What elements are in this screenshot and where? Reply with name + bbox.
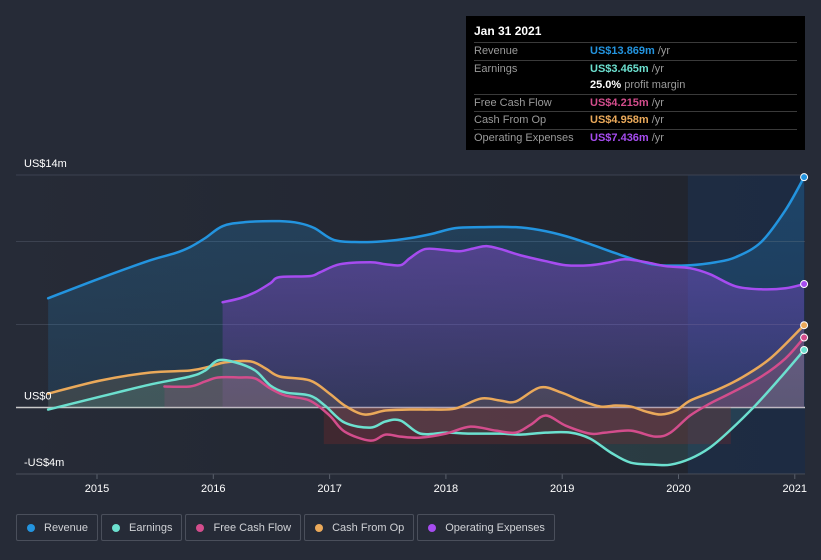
tooltip-row-unit: /yr: [651, 131, 664, 144]
tooltip-row-label: [474, 77, 590, 94]
tooltip-row-value: US$7.436m: [590, 131, 649, 144]
legend-item-operating-expenses[interactable]: Operating Expenses: [417, 514, 555, 541]
tooltip-panel: Jan 31 2021 Revenue US$13.869m/yr Earnings…: [466, 16, 805, 150]
tooltip-row: 25.0% profit margin: [474, 77, 797, 95]
tooltip-row: Revenue US$13.869m/yr: [474, 43, 797, 61]
tooltip-row-unit: /yr: [651, 96, 664, 109]
x-axis-label: 2021: [783, 483, 807, 495]
cash-from-op-end-point[interactable]: [800, 321, 809, 330]
tooltip-date: Jan 31 2021: [474, 24, 797, 43]
legend-item-earnings[interactable]: Earnings: [101, 514, 183, 541]
tooltip-row-value: US$3.465m: [590, 62, 649, 75]
y-axis-label: -US$4m: [24, 457, 64, 469]
x-axis-label: 2015: [85, 483, 109, 495]
legend-dot-icon: [27, 523, 35, 532]
tooltip-row-label: Revenue: [474, 45, 519, 57]
tooltip-row: Free Cash Flow US$4.215m/yr: [474, 95, 797, 112]
revenue-end-point[interactable]: [800, 173, 809, 182]
legend-item-cash-from-op[interactable]: Cash From Op: [304, 514, 415, 541]
legend-dot-icon: [112, 523, 121, 532]
tooltip-row-label: Cash From Op: [474, 114, 547, 126]
legend-dot-icon: [428, 523, 437, 532]
tooltip-row-value: US$4.215m: [590, 96, 649, 109]
legend-item-free-cash-flow[interactable]: Free Cash Flow: [185, 514, 302, 541]
legend-label: Earnings: [129, 521, 173, 534]
free-cash-flow-end-point[interactable]: [800, 333, 809, 342]
tooltip-row-unit: profit margin: [624, 79, 686, 91]
legend: Revenue Earnings Free Cash Flow Cash From O…: [16, 514, 555, 541]
tooltip-row-label: Earnings: [474, 62, 518, 75]
legend-dot-icon: [196, 523, 205, 532]
tooltip-row: Cash From Op US$4.958m/yr: [474, 112, 797, 130]
tooltip-row: Operating Expenses US$7.436m/yr: [474, 130, 797, 147]
tooltip-row-label: Operating Expenses: [474, 131, 574, 144]
operating-expenses-end-point[interactable]: [800, 280, 809, 289]
legend-label: Free Cash Flow: [213, 521, 292, 534]
x-axis-label: 2016: [201, 483, 225, 495]
x-axis-label: 2020: [666, 483, 690, 495]
legend-label: Operating Expenses: [445, 521, 545, 534]
legend-label: Revenue: [44, 521, 89, 534]
tooltip-row-unit: /yr: [657, 45, 671, 57]
legend-item-revenue[interactable]: Revenue: [16, 514, 99, 541]
x-axis-label: 2018: [434, 483, 458, 495]
tooltip-row-unit: /yr: [651, 62, 664, 75]
tooltip-row-label: Free Cash Flow: [474, 96, 552, 109]
legend-label: Cash From Op: [332, 521, 405, 534]
tooltip-row: Earnings US$3.465m/yr: [474, 61, 797, 78]
legend-dot-icon: [315, 523, 324, 532]
tooltip-row-value: US$4.958m: [590, 114, 649, 126]
tooltip-row-unit: /yr: [651, 114, 664, 126]
x-axis-label: 2017: [317, 483, 341, 495]
tooltip-row-value: 25.0%: [590, 79, 622, 91]
x-axis-label: 2019: [550, 483, 574, 495]
y-axis-label: US$14m: [24, 158, 67, 170]
tooltip-row-value: US$13.869m: [590, 45, 655, 57]
earnings-end-point[interactable]: [800, 345, 809, 354]
y-axis-label: US$0: [24, 391, 52, 403]
